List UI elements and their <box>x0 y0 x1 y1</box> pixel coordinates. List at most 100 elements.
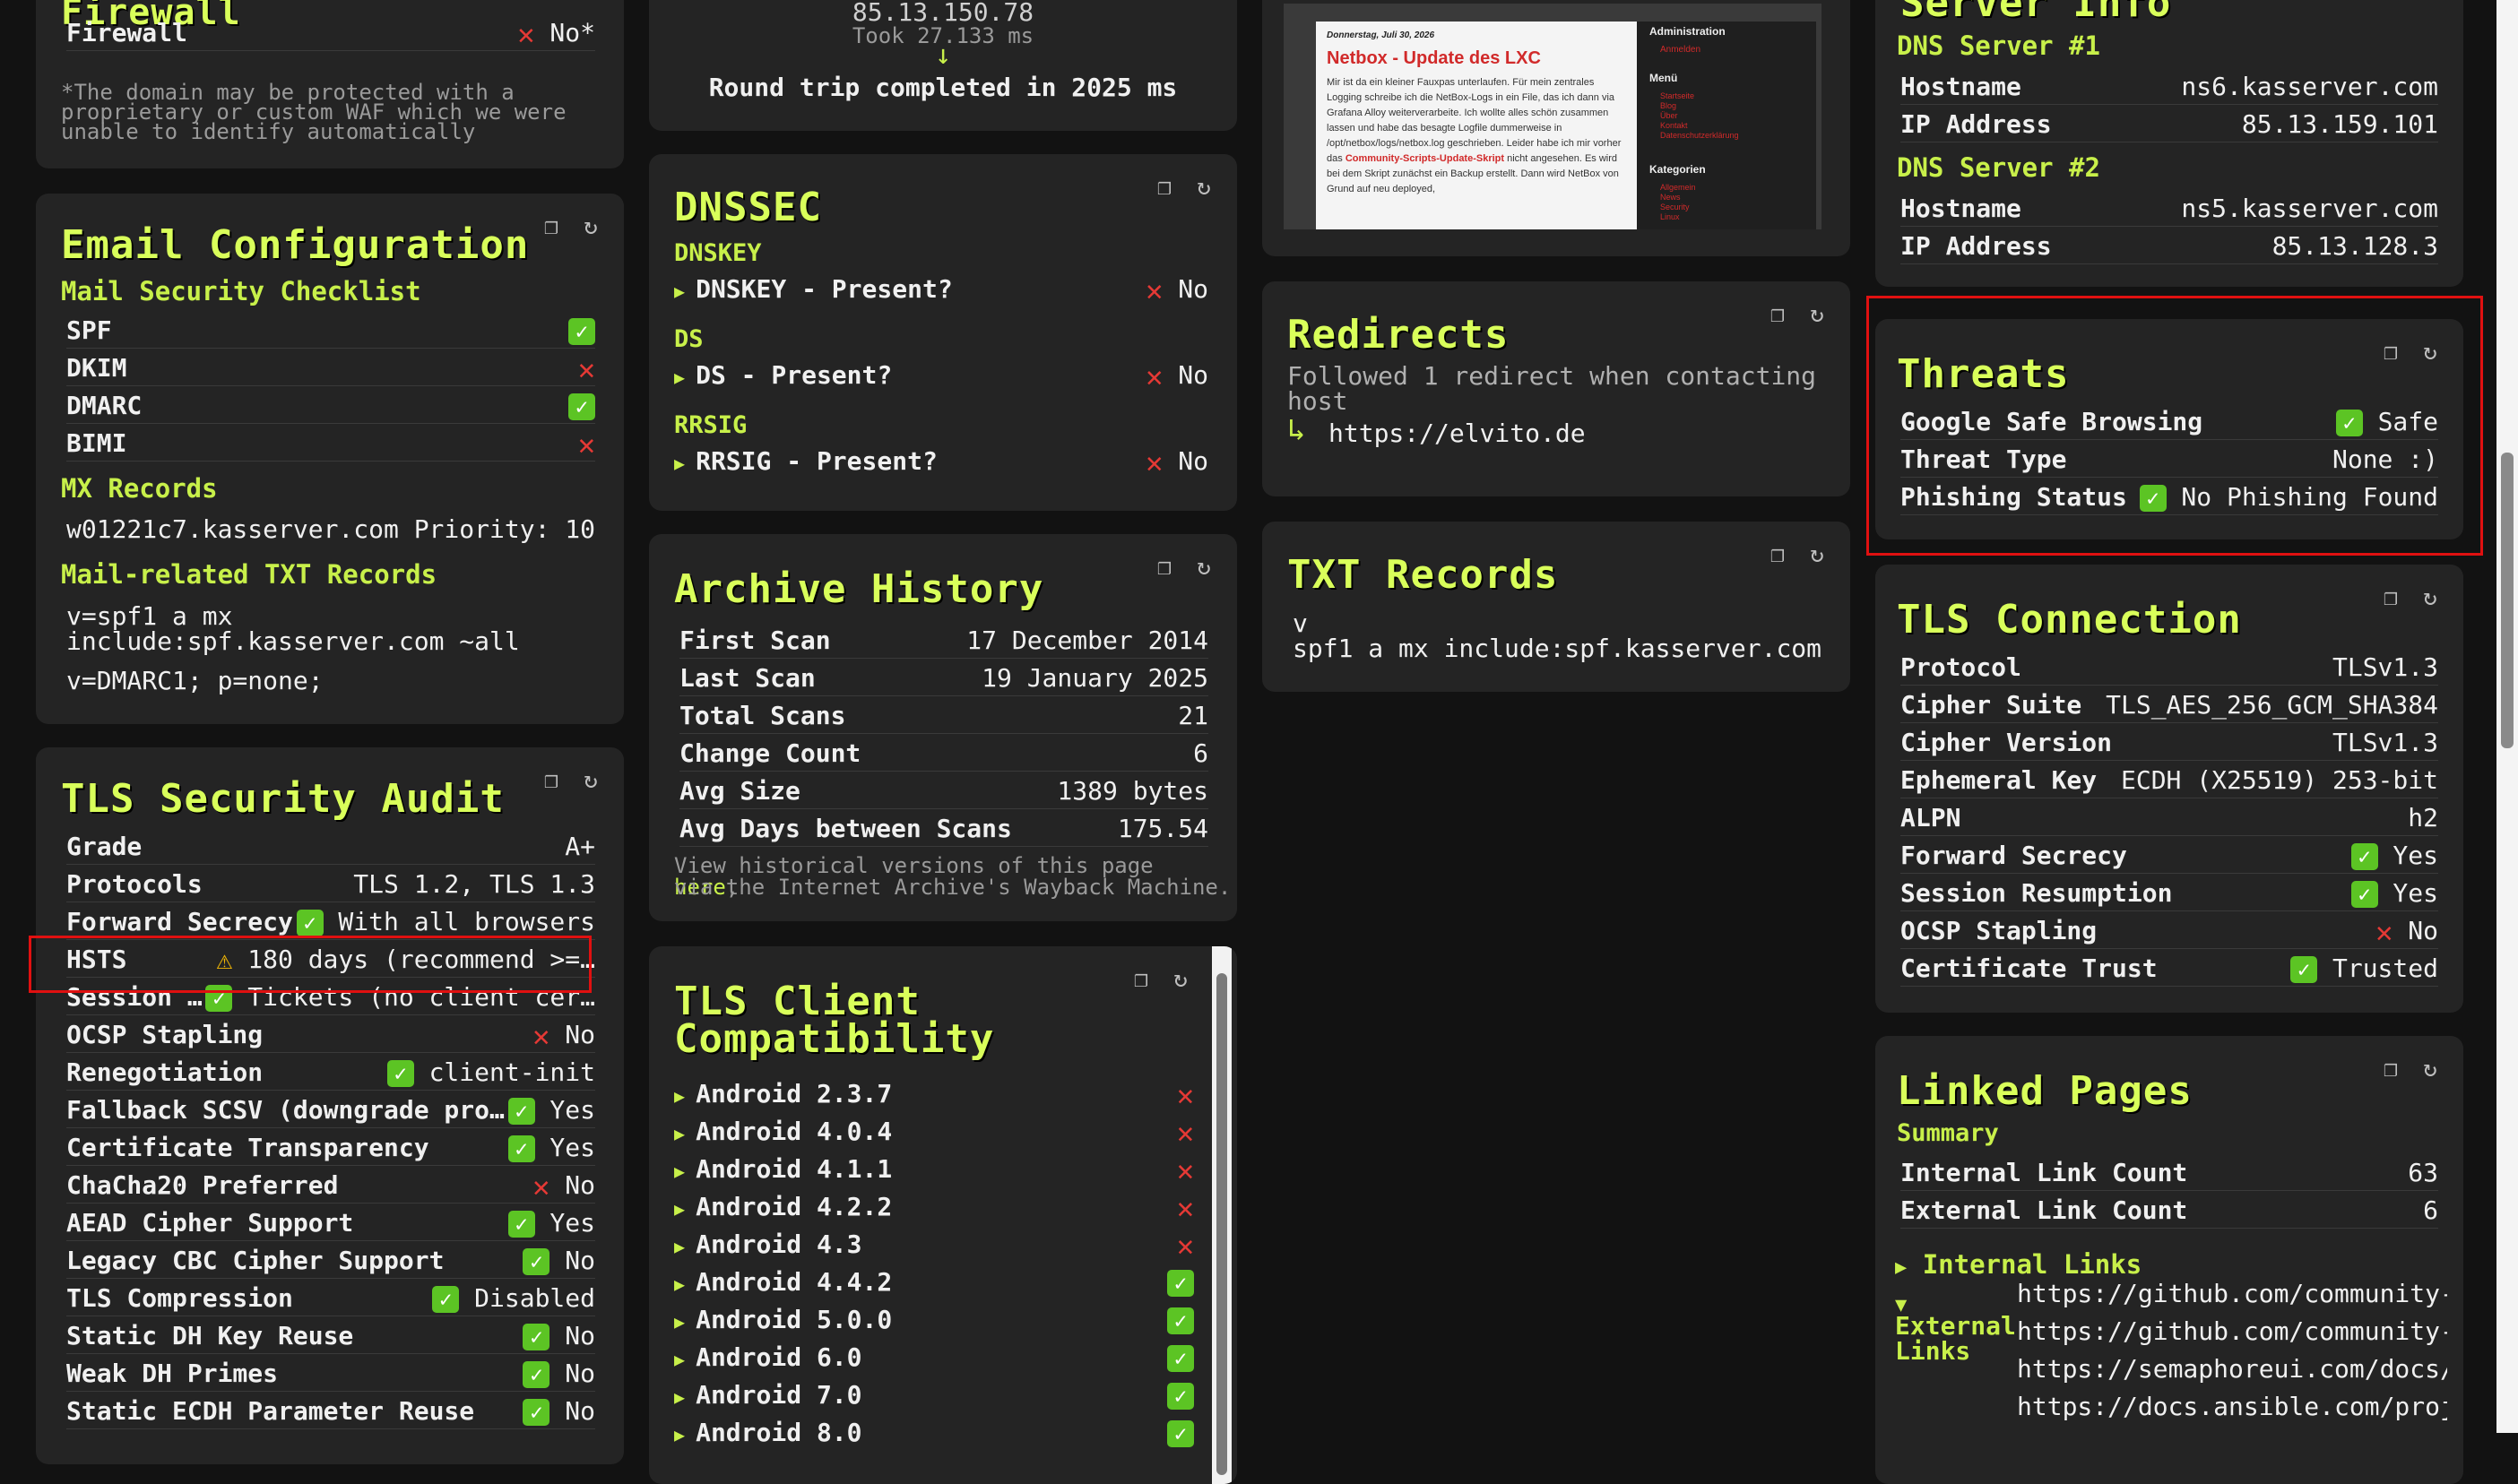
tls-conn-label: Cipher Suite <box>1900 690 2082 720</box>
archive-row: Avg Size 1389 bytes <box>679 774 1208 809</box>
linked-pages-title: Linked Pages <box>1897 1068 2193 1114</box>
check-icon: ✓ <box>523 1324 550 1350</box>
tls-audit-value: No <box>565 1321 595 1350</box>
refresh-icon[interactable]: ↻ <box>579 213 602 240</box>
archive-value: 21 <box>1178 701 1208 730</box>
refresh-icon[interactable]: ↻ <box>1805 301 1829 328</box>
tls-audit-row: ChaCha20 Preferred ✕ No <box>66 1169 595 1204</box>
client-compat-row[interactable]: ▶ Android 4.3 ✕ <box>674 1228 1194 1263</box>
page-scroll-thumb[interactable] <box>2501 453 2514 748</box>
mail-txt-title: Mail-related TXT Records <box>61 559 437 590</box>
tls-conn-value: h2 <box>2408 803 2438 833</box>
client-compat-row[interactable]: ▶ Android 4.0.4 ✕ <box>674 1115 1194 1150</box>
tls-conn-label: Ephemeral Key <box>1900 765 2098 795</box>
copy-icon[interactable]: ❐ <box>1129 966 1153 993</box>
tls-audit-row: Protocols TLS 1.2, TLS 1.3 <box>66 867 595 902</box>
check-icon: ✓ <box>1167 1270 1194 1297</box>
hsts-highlight <box>29 936 592 993</box>
preview-menu-item: Blog <box>1660 101 1677 110</box>
external-link[interactable]: https://semaphoreui.com/docs/a <box>2017 1355 2447 1384</box>
client-compat-row[interactable]: ▶ Android 5.0.0 ✓ <box>674 1303 1194 1337</box>
dns2-label: IP Address <box>1900 231 2052 261</box>
redirect-target[interactable]: https://elvito.de <box>1328 419 1586 448</box>
refresh-icon[interactable]: ↻ <box>1169 966 1192 993</box>
refresh-icon[interactable]: ↻ <box>1192 174 1216 201</box>
tls-conn-label: OCSP Stapling <box>1900 916 2098 945</box>
txt-record-value: spf1 a mx include:spf.kasserver.com… <box>1293 634 1821 663</box>
dns2-row: Hostname ns5.kasserver.com <box>1900 192 2438 227</box>
client-compat-row[interactable]: ▶ Android 8.0 ✓ <box>674 1416 1194 1450</box>
external-link[interactable]: https://github.com/community-s <box>2017 1280 2447 1308</box>
tls-audit-label: Legacy CBC Cipher Support <box>66 1246 445 1275</box>
refresh-icon[interactable]: ↻ <box>1192 554 1216 581</box>
tls-conn-label: Cipher Version <box>1900 728 2113 757</box>
refresh-icon[interactable]: ↻ <box>579 767 602 794</box>
mx-host: w01221c7.kasserver.com <box>66 514 399 544</box>
external-links-toggle[interactable]: ▼ External Links <box>1895 1296 2016 1364</box>
triangle-right-icon: ▶ <box>674 1236 697 1257</box>
linked-pages-card: ❐ ↻ Linked Pages Summary Internal Link Co… <box>1875 1036 2463 1484</box>
triangle-right-icon: ▶ <box>674 1424 697 1445</box>
client-name: Android 2.3.7 <box>696 1079 893 1109</box>
copy-icon[interactable]: ❐ <box>1766 541 1789 568</box>
triangle-right-icon: ▶ <box>674 1311 697 1333</box>
dns2-value: ns5.kasserver.com <box>2181 194 2438 223</box>
triangle-right-icon: ▶ <box>674 1198 697 1220</box>
dnssec-row[interactable]: ▶ DS - Present? ✕ No <box>674 358 1208 393</box>
external-link[interactable]: https://docs.ansible.com/proje <box>2017 1393 2447 1421</box>
refresh-icon[interactable]: ↻ <box>2418 584 2442 611</box>
client-name: Android 4.3 <box>696 1229 862 1259</box>
cross-icon: ✕ <box>532 1169 550 1204</box>
preview-menu-item: Datenschutzerklärung <box>1660 131 1739 140</box>
tls-conn-label: ALPN <box>1900 803 1961 833</box>
client-compat-row[interactable]: ▶ Android 2.3.7 ✕ <box>674 1077 1194 1112</box>
preview-category-item: Security <box>1660 203 1690 211</box>
mx-record-row: w01221c7.kasserver.com Priority: 10 <box>66 513 595 547</box>
refresh-icon[interactable]: ↻ <box>1805 541 1829 568</box>
preview-category-item: Linux <box>1660 212 1680 221</box>
linked-row: External Link Count 6 <box>1900 1194 2438 1229</box>
copy-icon[interactable]: ❐ <box>2379 1056 2402 1083</box>
copy-icon[interactable]: ❐ <box>540 213 563 240</box>
external-link[interactable]: https://github.com/community-s <box>2017 1317 2447 1346</box>
mx-records-title: MX Records <box>61 473 218 504</box>
client-compat-row[interactable]: ▶ Android 7.0 ✓ <box>674 1378 1194 1412</box>
check-icon: ✓ <box>2350 843 2378 870</box>
client-compat-row[interactable]: ▶ Android 4.2.2 ✕ <box>674 1190 1194 1225</box>
dnssec-card: ❐ ↻ DNSSEC DNSKEY ▶ DNSKEY - Present? ✕ No D… <box>649 154 1237 511</box>
tls-audit-label: Forward Secrecy <box>66 907 293 936</box>
copy-icon[interactable]: ❐ <box>1153 554 1176 581</box>
client-compat-row[interactable]: ▶ Android 4.1.1 ✕ <box>674 1152 1194 1187</box>
tls-connection-card: ❐ ↻ TLS Connection Protocol TLSv1.3 Cipher … <box>1875 565 2463 1013</box>
client-name: Android 5.0.0 <box>696 1305 893 1334</box>
mail-check-row: DMARC ✓ <box>66 389 595 424</box>
cross-icon: ✕ <box>1146 273 1164 307</box>
tls-conn-row: Cipher Suite TLS_AES_256_GCM_SHA384 <box>1900 688 2438 723</box>
client-compat-row[interactable]: ▶ Android 4.4.2 ✓ <box>674 1265 1194 1299</box>
check-icon: ✓ <box>2350 881 2378 908</box>
dnssec-title: DNSSEC <box>674 185 822 230</box>
tls-conn-label: Protocol <box>1900 652 2021 682</box>
check-icon: ✓ <box>1167 1307 1194 1334</box>
dnssec-row[interactable]: ▶ DNSKEY - Present? ✕ No <box>674 272 1208 307</box>
client-name: Android 6.0 <box>696 1342 862 1372</box>
client-compat-scroll-thumb[interactable] <box>1216 973 1227 1475</box>
tls-audit-row: Static DH Key Reuse ✓ No <box>66 1319 595 1354</box>
copy-icon[interactable]: ❐ <box>1766 301 1789 328</box>
refresh-icon[interactable]: ↻ <box>2418 1056 2442 1083</box>
copy-icon[interactable]: ❐ <box>2379 584 2402 611</box>
dns1-row: Hostname ns6.kasserver.com <box>1900 70 2438 105</box>
traceroute-card: 85.13.150.78 Took 27.133 ms ↓ Round trip… <box>649 0 1237 131</box>
copy-icon[interactable]: ❐ <box>1153 174 1176 201</box>
tls-connection-title: TLS Connection <box>1897 597 2242 643</box>
tls-conn-row: Session Resumption ✓ Yes <box>1900 876 2438 911</box>
archive-note-line2: via the Internet Archive's Wayback Machi… <box>674 875 1232 900</box>
tls-audit-label: Static DH Key Reuse <box>66 1321 354 1350</box>
triangle-right-icon: ▶ <box>674 1123 697 1144</box>
copy-icon[interactable]: ❐ <box>540 767 563 794</box>
client-compat-row[interactable]: ▶ Android 6.0 ✓ <box>674 1341 1194 1375</box>
preview-post-title: Netbox - Update des LXC <box>1327 48 1541 68</box>
internal-links-toggle[interactable]: ▶ Internal Links <box>1895 1249 2142 1283</box>
check-icon: ✓ <box>1167 1383 1194 1410</box>
dnssec-row[interactable]: ▶ RRSIG - Present? ✕ No <box>674 444 1208 479</box>
